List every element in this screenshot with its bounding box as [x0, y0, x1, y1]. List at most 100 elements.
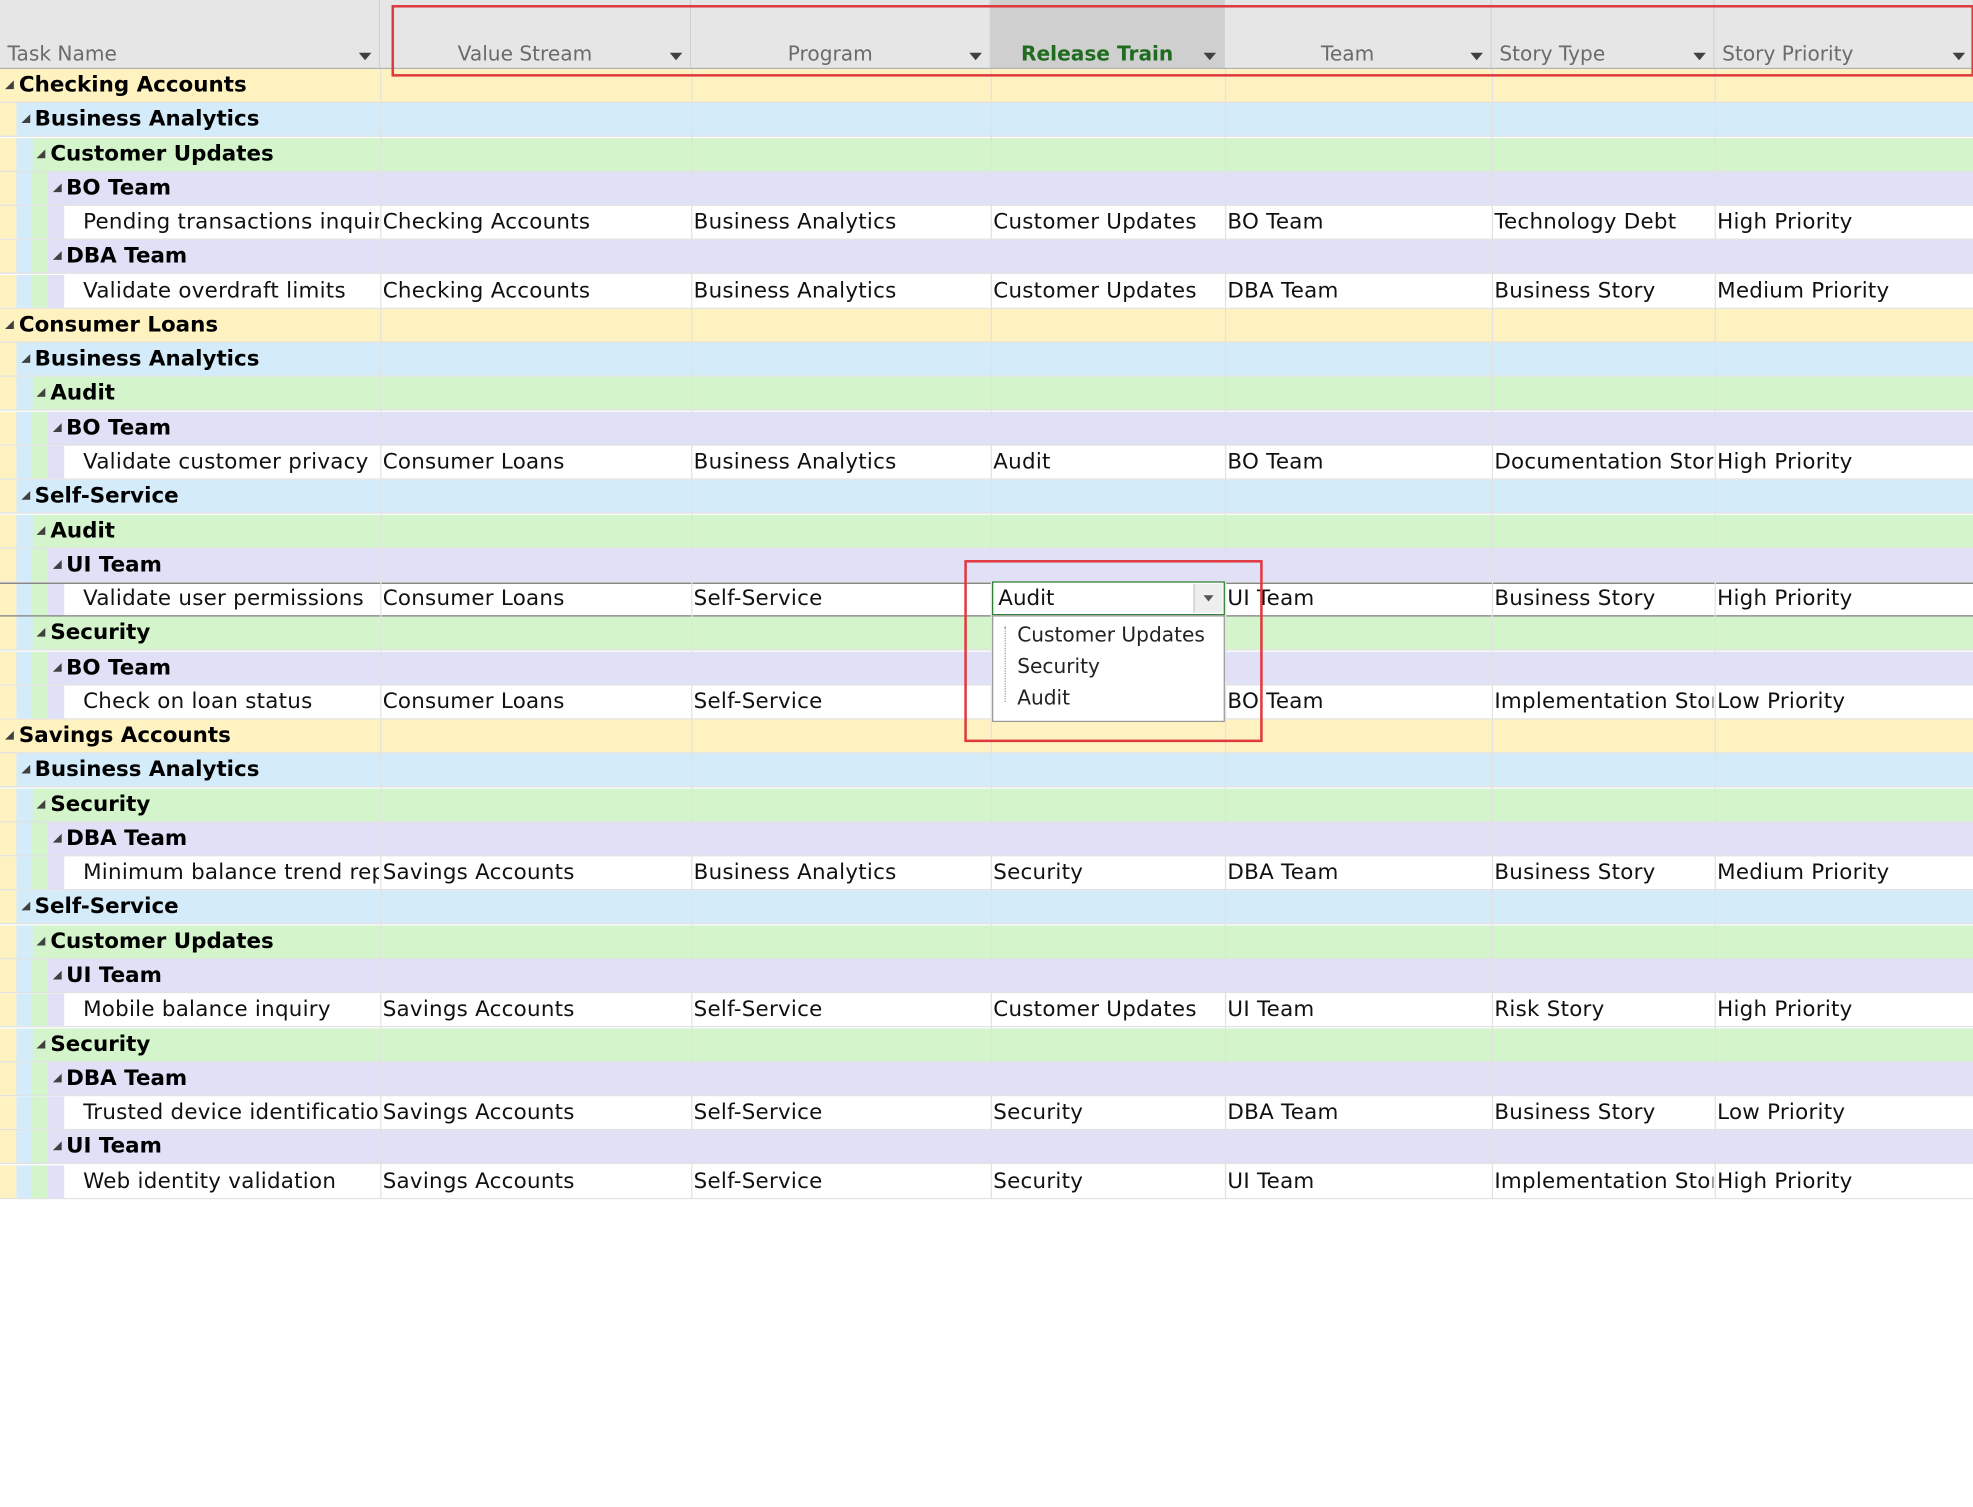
cell-value-stream[interactable]: Consumer Loans: [383, 689, 690, 714]
cell-program[interactable]: Business Analytics: [694, 860, 990, 885]
summary-row[interactable]: Business Analytics: [0, 753, 1973, 788]
cell-story-type[interactable]: Technology Debt: [1494, 210, 1713, 235]
cell-program[interactable]: Self-Service: [694, 1100, 990, 1125]
cell-release-train[interactable]: Security: [993, 1169, 1223, 1194]
task-row[interactable]: Trusted device identificatio Savings Acco…: [0, 1096, 1973, 1131]
cell-story-priority[interactable]: High Priority: [1717, 1169, 1973, 1194]
cell-story-type[interactable]: Business Story: [1494, 860, 1713, 885]
collapse-triangle-icon[interactable]: [20, 902, 30, 911]
cell-program[interactable]: Business Analytics: [694, 278, 990, 303]
cell-task[interactable]: Web identity validation: [83, 1169, 379, 1194]
cell-task[interactable]: Validate customer privacy: [83, 450, 379, 475]
task-row[interactable]: Web identity validation Savings Accounts S…: [0, 1164, 1973, 1199]
collapse-triangle-icon[interactable]: [5, 80, 14, 90]
cell-value-stream[interactable]: Checking Accounts: [383, 278, 690, 303]
cell-task[interactable]: Validate user permissions: [83, 586, 379, 611]
cell-value-stream[interactable]: Consumer Loans: [383, 586, 690, 611]
collapse-triangle-icon[interactable]: [20, 114, 30, 124]
summary-row[interactable]: BO Team: [0, 411, 1973, 446]
cell-program[interactable]: Business Analytics: [694, 450, 990, 475]
cell-release-train[interactable]: Customer Updates: [993, 997, 1223, 1022]
cell-team[interactable]: BO Team: [1227, 689, 1490, 714]
collapse-triangle-icon[interactable]: [36, 799, 46, 809]
summary-row[interactable]: Business Analytics: [0, 343, 1973, 377]
cell-release-train[interactable]: Customer Updates: [993, 278, 1223, 303]
cell-story-priority[interactable]: High Priority: [1717, 586, 1973, 611]
cell-story-priority[interactable]: Low Priority: [1717, 689, 1973, 714]
collapse-triangle-icon[interactable]: [5, 730, 14, 740]
collapse-triangle-icon[interactable]: [52, 1141, 62, 1151]
cell-team[interactable]: UI Team: [1227, 997, 1490, 1022]
summary-row[interactable]: Self-Service: [0, 890, 1973, 925]
cell-team[interactable]: UI Team: [1227, 586, 1490, 611]
cell-team[interactable]: DBA Team: [1227, 1100, 1490, 1125]
cell-value-stream[interactable]: Checking Accounts: [383, 210, 690, 235]
cell-program[interactable]: Self-Service: [694, 586, 990, 611]
cell-value-stream[interactable]: Savings Accounts: [383, 1100, 690, 1125]
filter-dropdown-icon[interactable]: [358, 52, 372, 61]
summary-row[interactable]: Audit: [0, 377, 1973, 412]
cell-story-type[interactable]: Risk Story: [1494, 997, 1713, 1022]
summary-row[interactable]: DBA Team: [0, 240, 1973, 275]
cell-story-type[interactable]: Business Story: [1494, 278, 1713, 303]
collapse-triangle-icon[interactable]: [52, 970, 62, 980]
cell-story-type[interactable]: Implementation Stor: [1494, 689, 1713, 714]
cell-story-type[interactable]: Implementation Stor: [1494, 1169, 1713, 1194]
collapse-triangle-icon[interactable]: [52, 422, 62, 432]
cell-team[interactable]: BO Team: [1227, 210, 1490, 235]
collapse-triangle-icon[interactable]: [20, 491, 30, 501]
summary-row[interactable]: DBA Team: [0, 1062, 1973, 1097]
cell-task[interactable]: Check on loan status: [83, 689, 379, 714]
summary-row[interactable]: Security: [0, 788, 1973, 823]
cell-team[interactable]: UI Team: [1227, 1169, 1490, 1194]
cell-program[interactable]: Self-Service: [694, 997, 990, 1022]
collapse-triangle-icon[interactable]: [36, 525, 46, 535]
cell-program[interactable]: Business Analytics: [694, 210, 990, 235]
cell-story-priority[interactable]: Medium Priority: [1717, 860, 1973, 885]
cell-team[interactable]: BO Team: [1227, 450, 1490, 475]
cell-task[interactable]: Validate overdraft limits: [83, 278, 379, 303]
collapse-triangle-icon[interactable]: [52, 559, 62, 569]
summary-row[interactable]: DBA Team: [0, 822, 1973, 857]
collapse-triangle-icon[interactable]: [36, 628, 46, 638]
task-row[interactable]: Validate customer privacy Consumer Loans B…: [0, 445, 1973, 480]
cell-story-type[interactable]: Business Story: [1494, 586, 1713, 611]
task-row[interactable]: Minimum balance trend rep Savings Account…: [0, 856, 1973, 891]
collapse-triangle-icon[interactable]: [36, 148, 46, 158]
collapse-triangle-icon[interactable]: [52, 662, 62, 672]
cell-story-priority[interactable]: High Priority: [1717, 210, 1973, 235]
summary-row[interactable]: Audit: [0, 514, 1973, 549]
task-row[interactable]: Pending transactions inquir Checking Acco…: [0, 206, 1973, 240]
cell-story-priority[interactable]: High Priority: [1717, 997, 1973, 1022]
cell-value-stream[interactable]: Savings Accounts: [383, 997, 690, 1022]
cell-value-stream[interactable]: Savings Accounts: [383, 860, 690, 885]
cell-program[interactable]: Self-Service: [694, 1169, 990, 1194]
cell-value-stream[interactable]: Savings Accounts: [383, 1169, 690, 1194]
summary-row[interactable]: Business Analytics: [0, 103, 1973, 138]
column-header-task[interactable]: Task Name: [0, 0, 381, 70]
cell-release-train[interactable]: Customer Updates: [993, 210, 1223, 235]
cell-team[interactable]: DBA Team: [1227, 278, 1490, 303]
cell-release-train[interactable]: Audit: [993, 450, 1223, 475]
collapse-triangle-icon[interactable]: [5, 320, 14, 329]
cell-task[interactable]: Minimum balance trend rep: [83, 860, 379, 885]
collapse-triangle-icon[interactable]: [52, 833, 62, 843]
summary-row[interactable]: Security: [0, 1027, 1973, 1062]
collapse-triangle-icon[interactable]: [36, 936, 46, 946]
cell-task[interactable]: Trusted device identificatio: [83, 1100, 379, 1125]
cell-story-priority[interactable]: Medium Priority: [1717, 278, 1973, 303]
cell-story-priority[interactable]: High Priority: [1717, 450, 1973, 475]
cell-team[interactable]: DBA Team: [1227, 860, 1490, 885]
collapse-triangle-icon[interactable]: [20, 354, 30, 364]
cell-program[interactable]: Self-Service: [694, 689, 990, 714]
collapse-triangle-icon[interactable]: [52, 183, 62, 192]
summary-row[interactable]: Self-Service: [0, 479, 1973, 514]
collapse-triangle-icon[interactable]: [52, 251, 62, 261]
summary-row[interactable]: Consumer Loans: [0, 308, 1973, 343]
summary-row[interactable]: Customer Updates: [0, 925, 1973, 960]
cell-story-type[interactable]: Business Story: [1494, 1100, 1713, 1125]
cell-story-type[interactable]: Documentation Stor: [1494, 450, 1713, 475]
cell-release-train[interactable]: Security: [993, 860, 1223, 885]
summary-row[interactable]: BO Team: [0, 171, 1973, 206]
summary-row[interactable]: UI Team: [0, 959, 1973, 994]
